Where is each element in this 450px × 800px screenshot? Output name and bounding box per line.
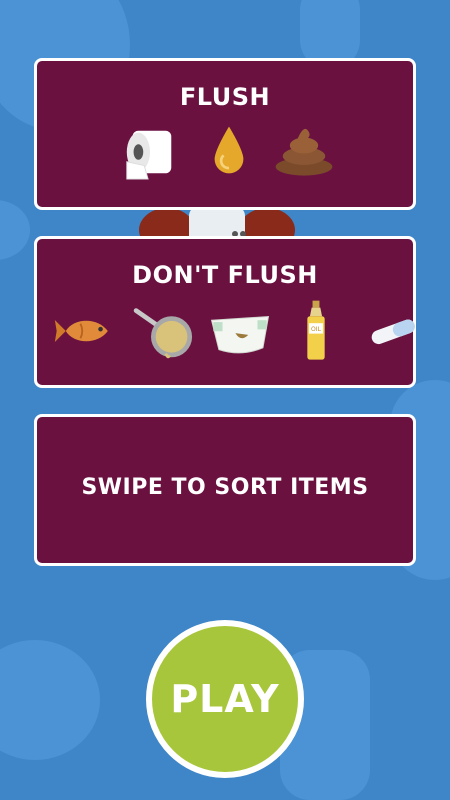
diaper-icon [210,316,270,354]
instruction-card: SWIPE TO SORT ITEMS [34,414,416,566]
dont-flush-card: DON'T FLUSH OIL [34,236,416,388]
play-button-label: PLAY [170,677,280,721]
fish-icon [54,320,108,342]
urine-drop-icon [214,126,244,174]
play-button[interactable]: PLAY [146,620,304,778]
oil-bottle-icon: OIL [307,300,325,360]
instruction-text: SWIPE TO SORT ITEMS [81,475,369,500]
toilet-paper-icon [126,130,172,180]
background-shape [0,200,30,260]
oil-label: OIL [311,326,322,333]
background-shape [0,640,100,760]
poop-icon [275,128,333,176]
flush-card: FLUSH [34,58,416,210]
pill-capsule-icon [371,319,415,345]
frying-pan-with-grease-icon [133,308,193,359]
flush-title: FLUSH [179,83,271,111]
dont-flush-title: DON'T FLUSH [132,261,318,289]
